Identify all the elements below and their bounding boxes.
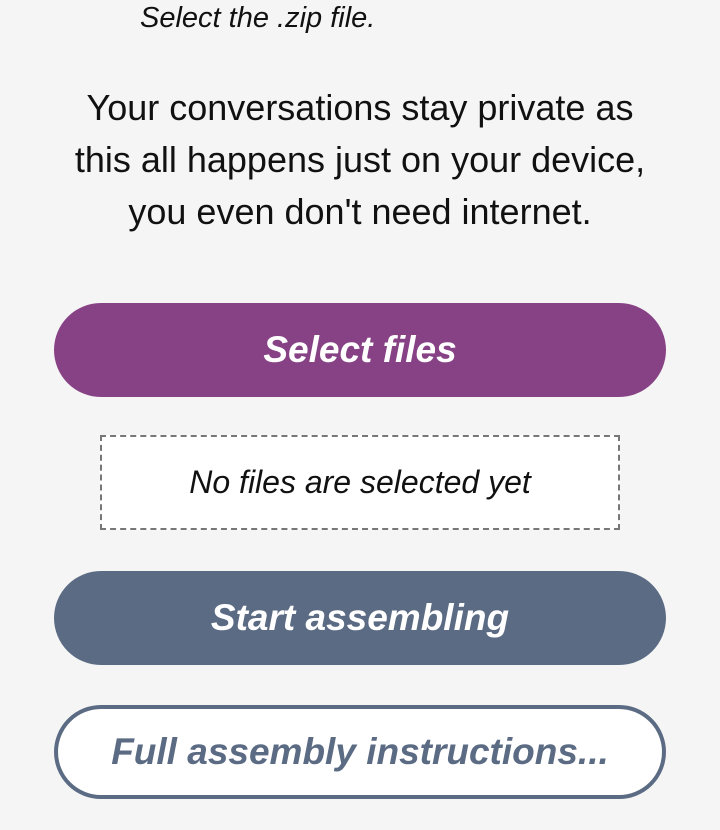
select-files-button[interactable]: Select files bbox=[54, 303, 666, 397]
file-drop-zone[interactable]: No files are selected yet bbox=[100, 435, 620, 530]
privacy-note-line: this all happens just on your device, bbox=[74, 139, 646, 180]
privacy-note-line: you even don't need internet. bbox=[128, 191, 592, 232]
file-status-text: No files are selected yet bbox=[189, 464, 531, 500]
full-instructions-button[interactable]: Full assembly instructions... bbox=[54, 705, 666, 799]
start-assembling-button[interactable]: Start assembling bbox=[54, 571, 666, 665]
privacy-note-line: Your conversations stay private as bbox=[86, 87, 634, 128]
privacy-note: Your conversations stay private as this … bbox=[40, 82, 680, 238]
step-hint: Select the .zip file. bbox=[140, 2, 376, 34]
